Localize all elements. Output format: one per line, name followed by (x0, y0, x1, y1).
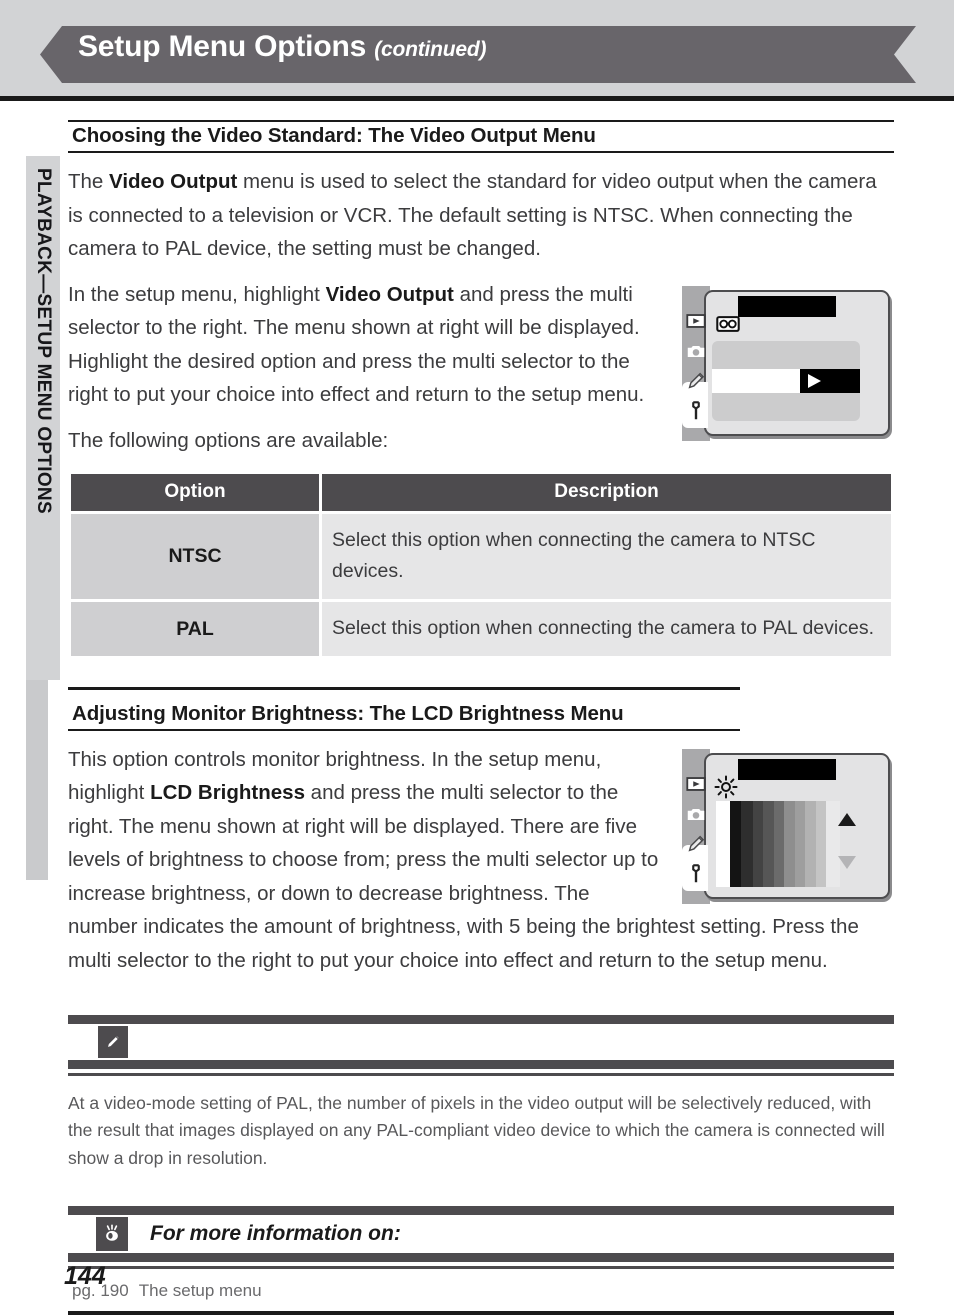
gradient-step (783, 800, 795, 887)
table-row: NTSC Select this option when connecting … (71, 514, 891, 599)
table-header-option: Option (71, 474, 319, 511)
wrench-icon (692, 863, 700, 882)
lcd-title-bar (738, 758, 836, 780)
camera-icon (687, 345, 705, 357)
lcd-mock-video-output (682, 285, 894, 441)
fmi-icon-container (96, 1217, 128, 1251)
page-header-zone: Setup Menu Options (continued) (0, 0, 954, 96)
option-description-ntsc: Select this option when connecting the c… (322, 514, 891, 599)
gradient-step (741, 800, 753, 887)
section2-top-rule (68, 687, 740, 690)
sun-brightness-icon (714, 775, 738, 798)
gradient-step (773, 800, 784, 887)
page-title-main: Setup Menu Options (78, 30, 367, 63)
pencil-note-icon (106, 1034, 121, 1049)
term-lcd-brightness: LCD Brightness (150, 781, 305, 804)
section2-block: Adjusting Monitor Brightness: The LCD Br… (68, 687, 894, 977)
page-title: Setup Menu Options (continued) (78, 30, 487, 64)
section-heading-lcd-brightness: Adjusting Monitor Brightness: The LCD Br… (68, 700, 740, 731)
gradient-step (716, 800, 730, 887)
table-header-description: Description (322, 474, 891, 511)
gradient-step (815, 800, 826, 887)
brightness-stepper (834, 807, 860, 883)
lcd-tab-list (684, 310, 708, 422)
triangle-up-icon[interactable] (838, 812, 856, 826)
option-name-ntsc: NTSC (71, 514, 319, 599)
chapter-tab-lower (26, 680, 48, 880)
header-bottom-rule (0, 96, 954, 101)
text-run: The (68, 170, 110, 193)
paragraph-video-output-intro: The Video Output menu is used to select … (68, 165, 894, 266)
fmi-top-bar (68, 1206, 894, 1215)
gradient-step (794, 800, 806, 887)
triangle-down-icon[interactable] (838, 855, 856, 869)
gradient-step (752, 800, 764, 887)
section-heading-video-output: Choosing the Video Standard: The Video O… (68, 120, 894, 153)
note-block: At a video-mode setting of PAL, the numb… (68, 1015, 894, 1172)
camera-icon (687, 808, 705, 820)
fmi-mid-bar (68, 1253, 894, 1262)
note-mid-bar (68, 1060, 894, 1069)
for-more-info-block: For more information on: pg. 190 The setu… (68, 1206, 894, 1315)
playback-icon (686, 313, 706, 328)
page-content: Choosing the Video Standard: The Video O… (68, 120, 894, 1315)
fmi-entry[interactable]: pg. 190 The setup menu (68, 1269, 894, 1311)
lcd-title-bar (738, 295, 836, 317)
gradient-step (729, 800, 742, 887)
table-header-row: Option Description (71, 474, 891, 511)
term-video-output: Video Output (109, 170, 238, 193)
page-number: 144 (64, 1262, 106, 1290)
eye-icon (106, 1224, 118, 1241)
pencil-icon (688, 835, 705, 852)
wrench-icon (692, 400, 700, 419)
fmi-title: For more information on: (150, 1222, 401, 1245)
brightness-gradient-bars (716, 800, 840, 887)
page-title-continued: (continued) (374, 38, 487, 61)
video-output-options-table: Option Description NTSC Select this opti… (68, 471, 894, 659)
lcd-tab-list (684, 773, 708, 885)
right-arrow-icon (808, 373, 821, 388)
fmi-entry-text: The setup menu (138, 1280, 262, 1300)
fmi-title-row: For more information on: (68, 1215, 894, 1253)
table-row: PAL Select this option when connecting t… (71, 602, 891, 656)
gradient-step (763, 800, 774, 887)
note-top-bar (68, 1015, 894, 1024)
text-run: In the setup menu, highlight (68, 282, 326, 306)
film-cartridge-icon (716, 315, 740, 332)
pencil-icon (688, 372, 705, 389)
note-icon-row (68, 1024, 894, 1060)
option-description-pal: Select this option when connecting the c… (322, 602, 891, 656)
playback-icon (686, 776, 706, 791)
note-hairline-rule (68, 1073, 894, 1076)
gradient-step (805, 800, 816, 887)
lcd-mock-brightness (682, 748, 894, 904)
note-body-text: At a video-mode setting of PAL, the numb… (68, 1092, 885, 1168)
option-name-pal: PAL (71, 602, 319, 656)
note-icon-container (98, 1026, 128, 1058)
term-video-output-2: Video Output (325, 282, 454, 306)
chapter-tab-label: PLAYBACK—SETUP MENU OPTIONS (33, 168, 54, 514)
